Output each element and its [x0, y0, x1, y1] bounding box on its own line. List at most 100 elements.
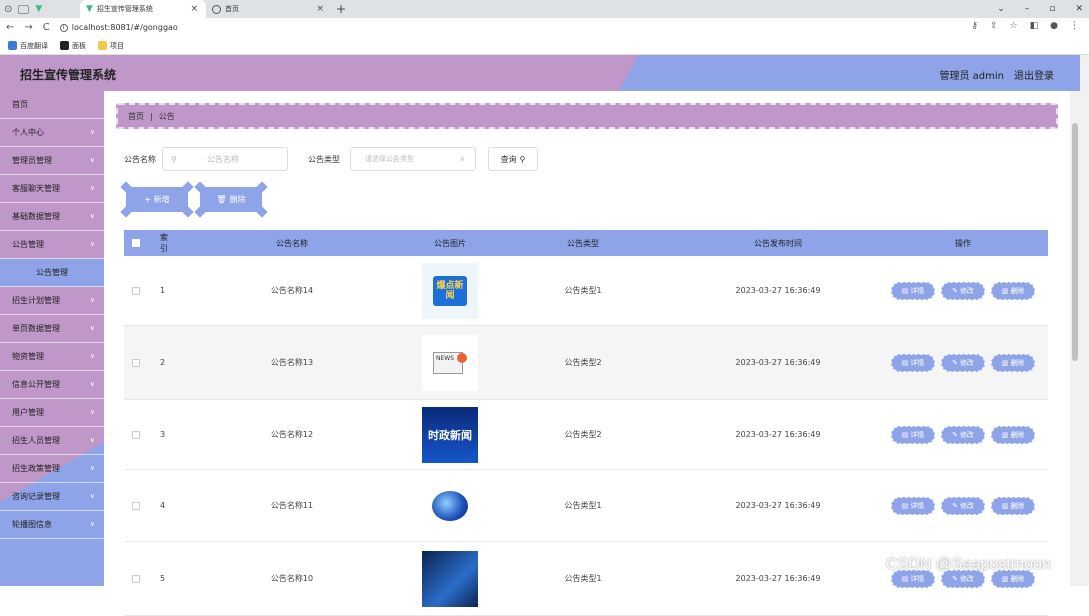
name-search-input[interactable]: ⚲ 公告名称	[162, 147, 288, 171]
sidebar-item-supplies[interactable]: 物资管理 ∨	[0, 343, 104, 371]
sidebar-item-label: 单页数据管理	[12, 324, 60, 333]
window-edge	[1080, 55, 1089, 586]
bookmark-item[interactable]: 项目	[98, 41, 124, 51]
tab-active[interactable]: ▼ 招生宣传管理系统 ×	[80, 0, 206, 18]
close-icon[interactable]: ✕	[1075, 4, 1083, 14]
table-row: 2 公告名称13 NEWS 公告类型2 2023-03-27 16:36:49 …	[124, 326, 1048, 400]
sidebar-item-pages[interactable]: 单页数据管理 ∨	[0, 315, 104, 343]
sidebar-item-chat[interactable]: 客服聊天管理 ∨	[0, 175, 104, 203]
search-bar: 公告名称 ⚲ 公告名称 公告类型 请选择公告类型 ∨ 查询 ⚲	[124, 147, 538, 171]
bookmark-item[interactable]: 百度翻译	[8, 41, 48, 51]
edit-button[interactable]: ✎ 修改	[941, 353, 985, 372]
sidebar-item-disclosure[interactable]: 信息公开管理 ∨	[0, 371, 104, 399]
url-field[interactable]: i localhost:8081/#/gonggao	[59, 23, 178, 32]
sidebar-item-basedata[interactable]: 基础数据管理 ∨	[0, 203, 104, 231]
detail-button[interactable]: ▤ 详情	[891, 425, 935, 444]
row-checkbox-cell[interactable]	[124, 400, 148, 469]
row-delete-button[interactable]: ▥ 删除	[991, 425, 1035, 444]
delete-button[interactable]: 🗑 删除	[194, 181, 268, 218]
delete-label: 删除	[1010, 574, 1025, 583]
folder-icon	[98, 41, 107, 50]
breadcrumb: 首页 | 公告	[116, 103, 1058, 129]
row-checkbox-cell[interactable]	[124, 326, 148, 399]
row-image-cell: NEWS	[412, 326, 488, 399]
sidepanel-icon[interactable]: ◧	[1030, 21, 1039, 31]
row-checkbox[interactable]	[132, 430, 140, 439]
logout-link[interactable]: 退出登录	[1014, 67, 1054, 82]
chevron-down-icon: ∨	[89, 408, 95, 416]
sidebar-item-profile[interactable]: 个人中心 ∨	[0, 119, 104, 147]
select-all-cell[interactable]	[124, 230, 148, 256]
sidebar-item-admins[interactable]: 管理员管理 ∨	[0, 147, 104, 175]
sidebar-item-recruiters[interactable]: 招生人员管理 ∨	[0, 427, 104, 455]
sidebar-item-policies[interactable]: 招生政策管理 ∨	[0, 455, 104, 483]
tab-home[interactable]: 首页 ×	[206, 0, 332, 18]
breadcrumb-home[interactable]: 首页	[128, 111, 144, 122]
trash-icon: ▥	[1001, 358, 1009, 367]
edit-button[interactable]: ✎ 修改	[941, 425, 985, 444]
sidebar-item-plans[interactable]: 招生计划管理 ∨	[0, 287, 104, 315]
sidebar-item-users[interactable]: 用户管理 ∨	[0, 399, 104, 427]
scrollbar-thumb[interactable]	[1072, 123, 1078, 361]
back-icon[interactable]: ←	[6, 22, 14, 33]
minimize-icon[interactable]: –	[1025, 4, 1030, 14]
star-icon[interactable]: ☆	[1010, 21, 1018, 31]
tab-strip-controls: ⊙ ▼	[0, 0, 80, 18]
tab-group-icon[interactable]	[18, 4, 30, 14]
row-checkbox-cell[interactable]	[124, 256, 148, 325]
edit-button[interactable]: ✎ 修改	[941, 496, 985, 515]
query-button[interactable]: 查询 ⚲	[488, 147, 538, 171]
row-delete-button[interactable]: ▥ 删除	[991, 281, 1035, 300]
profile-icon[interactable]: ●	[1050, 21, 1058, 31]
reload-icon[interactable]: C	[43, 22, 50, 33]
row-checkbox[interactable]	[132, 574, 140, 583]
key-icon[interactable]: ⚷	[971, 21, 978, 31]
col-index: 索引	[160, 233, 168, 253]
forward-icon[interactable]: →	[24, 22, 32, 33]
row-ops: ▤ 详情 ✎ 修改 ▥ 删除	[878, 326, 1048, 399]
notice-thumbnail[interactable]: 时政新闻	[422, 406, 478, 463]
notice-thumbnail[interactable]: NEWS	[422, 334, 478, 391]
page-scrollbar[interactable]	[1070, 91, 1080, 586]
sidebar-item-carousel[interactable]: 轮播图信息 ∨	[0, 511, 104, 539]
row-delete-button[interactable]: ▥ 删除	[991, 496, 1035, 515]
tab-close-icon[interactable]: ×	[190, 4, 198, 14]
delete-label: 删除	[1010, 358, 1025, 367]
detail-button[interactable]: ▤ 详情	[891, 281, 935, 300]
sidebar-item-consult[interactable]: 咨询记录管理 ∨	[0, 483, 104, 511]
row-checkbox[interactable]	[132, 286, 140, 295]
sidebar-item-home[interactable]: 首页	[0, 91, 104, 119]
chevron-down-icon[interactable]: ⌄	[997, 4, 1005, 14]
edit-button[interactable]: ✎ 修改	[941, 281, 985, 300]
type-placeholder: 请选择公告类型	[365, 155, 414, 163]
bookmark-item[interactable]: 面板	[60, 41, 86, 51]
type-select[interactable]: 请选择公告类型 ∨	[350, 147, 476, 171]
notice-thumbnail[interactable]: 爆点新闻	[422, 262, 478, 319]
sidebar-item-notices[interactable]: 公告管理 ∨	[0, 231, 104, 259]
row-name: 公告名称14	[270, 286, 314, 295]
detail-button[interactable]: ▤ 详情	[891, 496, 935, 515]
select-all-checkbox[interactable]	[132, 239, 140, 247]
delete-label: 删除	[1010, 501, 1025, 510]
row-delete-button[interactable]: ▥ 删除	[991, 353, 1035, 372]
row-checkbox-cell[interactable]	[124, 542, 148, 615]
add-button[interactable]: + 新增	[120, 181, 194, 218]
more-icon[interactable]: ⋮	[1070, 21, 1079, 31]
tab-close-icon[interactable]: ×	[316, 4, 324, 14]
notice-thumbnail[interactable]	[422, 478, 478, 534]
share-icon[interactable]: ⇪	[990, 21, 998, 31]
detail-button[interactable]: ▤ 详情	[891, 353, 935, 372]
maximize-icon[interactable]: ▫	[1049, 4, 1055, 14]
sidebar-item-label: 轮播图信息	[12, 520, 52, 529]
new-tab-icon[interactable]: +	[336, 2, 346, 16]
row-checkbox-cell[interactable]	[124, 470, 148, 541]
row-checkbox[interactable]	[132, 501, 140, 510]
chevron-down-icon: ∨	[89, 212, 95, 220]
notice-thumbnail[interactable]	[422, 550, 478, 607]
sidebar-subitem-notices[interactable]: 公告管理	[0, 259, 104, 287]
chevron-down-icon: ∨	[89, 296, 95, 304]
sidebar-item-label: 物资管理	[12, 352, 44, 361]
row-checkbox[interactable]	[132, 358, 140, 367]
info-icon[interactable]: i	[59, 23, 68, 32]
browser-menu-icon[interactable]: ⊙	[4, 4, 12, 15]
